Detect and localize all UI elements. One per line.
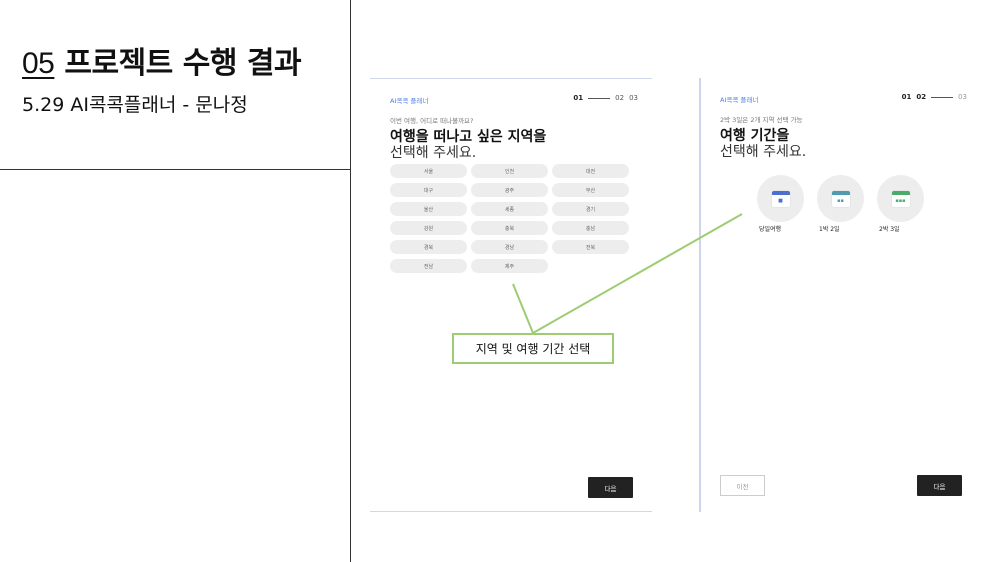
region-chip[interactable]: 인천 [471,164,548,178]
brand-logo[interactable]: AI콕콕 플래너 [720,94,758,104]
question-text: 이번 여행, 어디로 떠나볼까요? [390,117,474,125]
region-chip[interactable]: 경남 [471,240,548,254]
brand-logo[interactable]: AI콕콕 플래너 [390,95,428,105]
region-select-screen: AI콕콕 플래너 01 02 03 이번 여행, 어디로 떠나볼까요? 여행을 … [370,78,652,512]
calendar-icon: ▪▪ [831,190,850,207]
duration-option[interactable]: ▪▪▪ 2박 3일 [877,175,924,233]
region-chip[interactable]: 충남 [552,221,629,235]
region-chip[interactable]: 충북 [471,221,548,235]
region-chip[interactable]: 광주 [471,183,548,197]
duration-option[interactable]: ▪▪ 1박 2일 [817,175,864,233]
region-chip[interactable]: 경북 [390,240,467,254]
step-3: 03 [629,94,638,102]
region-chip[interactable]: 경기 [552,202,629,216]
calendar-icon: ■ [771,190,790,207]
duration-options: ■ 당일여행 ▪▪ 1박 2일 ▪▪▪ 2박 3일 [757,175,924,233]
duration-select-screen: AI콕콕 플래너 01 02 03 2박 3일은 2개 지역 선택 가능 여행 … [699,78,981,512]
region-chip[interactable]: 세종 [471,202,548,216]
region-chip[interactable]: 전북 [552,240,629,254]
step-1: 01 [901,93,912,101]
heading-line-2: 선택해 주세요. [720,144,807,160]
hint-text: 2박 3일은 2개 지역 선택 가능 [720,116,803,124]
step-3: 03 [958,93,967,101]
region-chip[interactable]: 부산 [552,183,629,197]
region-chip[interactable]: 강원 [390,221,467,235]
next-button[interactable]: 다음 [588,477,633,498]
slide-divider-vertical [350,0,351,562]
section-number: 05 [22,47,55,80]
step-progress-line [931,96,954,98]
callout-box: 지역 및 여행 기간 선택 [452,333,614,364]
calendar-icon: ▪▪▪ [891,190,910,207]
duration-label: 1박 2일 [819,226,840,233]
step-progress-line [588,97,611,99]
heading-line-2: 선택해 주세요. [390,145,477,161]
duration-option[interactable]: ■ 당일여행 [757,175,804,233]
duration-option-button[interactable]: ▪▪ [817,175,864,222]
duration-label: 당일여행 [759,226,782,233]
slide-divider-horizontal [0,169,351,170]
step-indicator: 01 02 03 [573,94,638,102]
step-indicator: 01 02 03 [902,93,967,101]
duration-option-button[interactable]: ■ [757,175,804,222]
next-button[interactable]: 다음 [917,475,962,496]
duration-option-button[interactable]: ▪▪▪ [877,175,924,222]
region-chip[interactable]: 전남 [390,259,467,273]
region-chip-grid: 서울 인천 대전대구 광주 부산울산 세종 경기강원 충북 충남경북 경남 전북전남 제주 [390,164,630,273]
slide-title: 05 프로젝트 수행 결과 [22,38,302,82]
section-title: 프로젝트 수행 결과 [64,46,302,81]
step-2: 02 [916,93,927,101]
region-chip[interactable]: 서울 [390,164,467,178]
region-chip[interactable]: 대구 [390,183,467,197]
region-chip[interactable]: 대전 [552,164,629,178]
region-chip[interactable]: 울산 [390,202,467,216]
slide-subtitle: 5.29 AI콕콕플래너 - 문나정 [22,94,248,116]
prev-button[interactable]: 이전 [720,475,765,496]
step-2: 02 [615,94,625,102]
duration-label: 2박 3일 [879,226,900,233]
step-1: 01 [573,94,584,102]
region-chip[interactable]: 제주 [471,259,548,273]
